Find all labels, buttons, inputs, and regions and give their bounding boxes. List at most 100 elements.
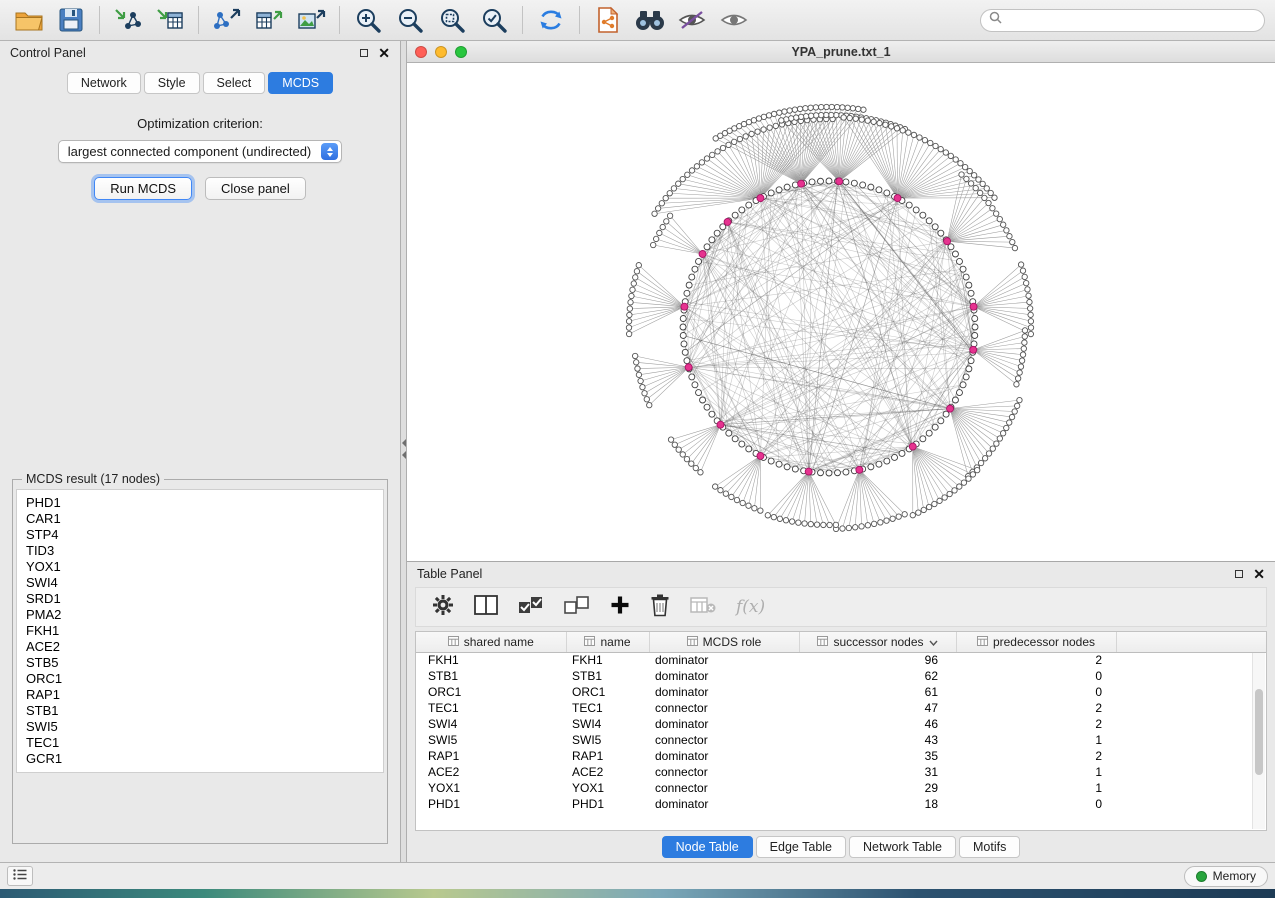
table-cell[interactable]: 2 bbox=[956, 748, 1116, 764]
open-file-button[interactable] bbox=[10, 3, 48, 37]
tab-node-table[interactable]: Node Table bbox=[662, 836, 753, 858]
table-cell[interactable]: 29 bbox=[799, 780, 956, 796]
refresh-button[interactable] bbox=[532, 3, 570, 37]
tab-motifs[interactable]: Motifs bbox=[959, 836, 1020, 858]
mcds-result-item[interactable]: PHD1 bbox=[26, 495, 374, 511]
mcds-result-item[interactable]: PMA2 bbox=[26, 607, 374, 623]
tab-edge-table[interactable]: Edge Table bbox=[756, 836, 846, 858]
table-scrollbar[interactable] bbox=[1252, 653, 1265, 829]
share-document-button[interactable] bbox=[589, 3, 627, 37]
minimize-window-button[interactable] bbox=[435, 46, 447, 58]
mcds-result-item[interactable]: CAR1 bbox=[26, 511, 374, 527]
table-row[interactable]: ACE2ACE2connector311 bbox=[416, 764, 1266, 780]
table-cell[interactable]: 62 bbox=[799, 668, 956, 684]
table-cell[interactable]: ORC1 bbox=[416, 684, 566, 700]
tab-style[interactable]: Style bbox=[144, 72, 200, 94]
mcds-result-item[interactable]: SRD1 bbox=[26, 591, 374, 607]
mcds-result-item[interactable]: SWI5 bbox=[26, 719, 374, 735]
table-cell[interactable]: ORC1 bbox=[566, 684, 649, 700]
table-cell[interactable]: SWI4 bbox=[416, 716, 566, 732]
table-cell[interactable]: 2 bbox=[956, 652, 1116, 668]
mcds-result-list[interactable]: PHD1CAR1STP4TID3YOX1SWI4SRD1PMA2FKH1ACE2… bbox=[16, 489, 384, 773]
table-cell[interactable]: 46 bbox=[799, 716, 956, 732]
find-button[interactable] bbox=[631, 3, 669, 37]
float-table-panel-icon[interactable] bbox=[1235, 570, 1243, 578]
close-window-button[interactable] bbox=[415, 46, 427, 58]
mcds-result-item[interactable]: STB5 bbox=[26, 655, 374, 671]
deselect-all-rows-button[interactable] bbox=[564, 595, 590, 620]
table-row[interactable]: SWI5SWI5connector431 bbox=[416, 732, 1266, 748]
table-cell[interactable]: FKH1 bbox=[566, 652, 649, 668]
table-cell[interactable]: FKH1 bbox=[416, 652, 566, 668]
tab-mcds[interactable]: MCDS bbox=[268, 72, 333, 94]
mcds-result-item[interactable]: FKH1 bbox=[26, 623, 374, 639]
table-row[interactable]: STB1STB1dominator620 bbox=[416, 668, 1266, 684]
run-mcds-button[interactable]: Run MCDS bbox=[94, 177, 192, 200]
table-cell[interactable]: YOX1 bbox=[566, 780, 649, 796]
float-panel-icon[interactable] bbox=[360, 49, 368, 57]
splitter-collapse-icon[interactable] bbox=[401, 439, 406, 459]
table-cell[interactable]: TEC1 bbox=[416, 700, 566, 716]
add-column-button[interactable] bbox=[610, 595, 630, 620]
column-header-name[interactable]: name bbox=[566, 632, 649, 652]
table-cell[interactable]: 35 bbox=[799, 748, 956, 764]
table-cell[interactable]: 96 bbox=[799, 652, 956, 668]
hide-graphics-button[interactable] bbox=[673, 3, 711, 37]
table-cell[interactable]: 0 bbox=[956, 668, 1116, 684]
table-cell[interactable]: PHD1 bbox=[566, 796, 649, 812]
column-header-shared-name[interactable]: shared name bbox=[416, 632, 566, 652]
delete-column-button[interactable] bbox=[650, 593, 670, 622]
zoom-in-button[interactable] bbox=[349, 3, 387, 37]
table-cell[interactable]: YOX1 bbox=[416, 780, 566, 796]
table-cell[interactable]: STB1 bbox=[566, 668, 649, 684]
network-canvas[interactable] bbox=[407, 63, 1275, 561]
table-cell[interactable]: connector bbox=[649, 780, 799, 796]
table-cell[interactable]: 31 bbox=[799, 764, 956, 780]
table-row[interactable]: RAP1RAP1dominator352 bbox=[416, 748, 1266, 764]
show-columns-button[interactable] bbox=[474, 595, 498, 620]
table-cell[interactable]: dominator bbox=[649, 652, 799, 668]
table-cell[interactable]: connector bbox=[649, 700, 799, 716]
table-cell[interactable]: connector bbox=[649, 764, 799, 780]
table-cell[interactable]: ACE2 bbox=[416, 764, 566, 780]
search-field[interactable] bbox=[980, 9, 1265, 32]
optimization-criterion-select[interactable]: largest connected component (undirected) bbox=[58, 140, 343, 163]
column-header-predecessor-nodes[interactable]: predecessor nodes bbox=[956, 632, 1116, 652]
import-network-button[interactable] bbox=[109, 3, 147, 37]
export-image-button[interactable] bbox=[292, 3, 330, 37]
table-cell[interactable]: dominator bbox=[649, 716, 799, 732]
table-cell[interactable]: connector bbox=[649, 732, 799, 748]
table-row[interactable]: ORC1ORC1dominator610 bbox=[416, 684, 1266, 700]
close-panel-button[interactable]: Close panel bbox=[205, 177, 306, 200]
tab-network[interactable]: Network bbox=[67, 72, 141, 94]
table-cell[interactable]: RAP1 bbox=[416, 748, 566, 764]
zoom-selected-button[interactable] bbox=[475, 3, 513, 37]
mcds-result-item[interactable]: TID3 bbox=[26, 543, 374, 559]
table-cell[interactable]: PHD1 bbox=[416, 796, 566, 812]
mcds-result-item[interactable]: RAP1 bbox=[26, 687, 374, 703]
mcds-result-item[interactable]: GCR1 bbox=[26, 751, 374, 767]
table-cell[interactable]: ACE2 bbox=[566, 764, 649, 780]
mcds-result-item[interactable]: SWI4 bbox=[26, 575, 374, 591]
table-cell[interactable]: 43 bbox=[799, 732, 956, 748]
table-row[interactable]: SWI4SWI4dominator462 bbox=[416, 716, 1266, 732]
zoom-fit-button[interactable] bbox=[433, 3, 471, 37]
table-cell[interactable]: dominator bbox=[649, 684, 799, 700]
table-cell[interactable]: SWI4 bbox=[566, 716, 649, 732]
show-graphics-button[interactable] bbox=[715, 3, 753, 37]
network-graph[interactable] bbox=[407, 63, 1273, 560]
save-button[interactable] bbox=[52, 3, 90, 37]
search-input[interactable] bbox=[1008, 13, 1256, 27]
table-cell[interactable]: 61 bbox=[799, 684, 956, 700]
network-window-titlebar[interactable]: YPA_prune.txt_1 bbox=[407, 41, 1275, 63]
export-table-button[interactable] bbox=[250, 3, 288, 37]
close-panel-icon[interactable]: ✕ bbox=[378, 46, 390, 60]
table-cell[interactable]: 1 bbox=[956, 732, 1116, 748]
mcds-result-item[interactable]: YOX1 bbox=[26, 559, 374, 575]
table-cell[interactable]: STB1 bbox=[416, 668, 566, 684]
table-cell[interactable]: 2 bbox=[956, 716, 1116, 732]
table-row[interactable]: FKH1FKH1dominator962 bbox=[416, 652, 1266, 668]
mcds-result-item[interactable]: STB1 bbox=[26, 703, 374, 719]
panel-splitter[interactable] bbox=[400, 41, 407, 862]
task-history-button[interactable] bbox=[7, 866, 33, 886]
